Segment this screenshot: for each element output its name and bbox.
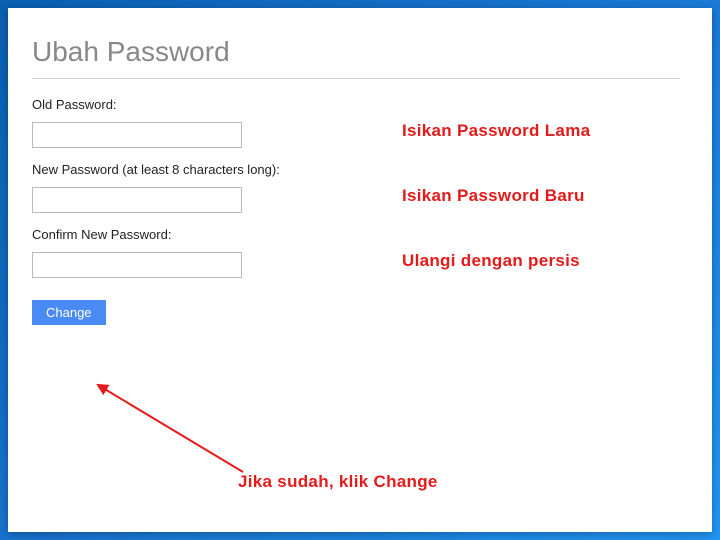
annotation-old: Isikan Password Lama bbox=[402, 121, 590, 141]
annotation-submit: Jika sudah, klik Change bbox=[238, 472, 438, 492]
confirm-password-label: Confirm New Password: bbox=[32, 227, 680, 242]
title-divider bbox=[32, 78, 680, 79]
old-password-input[interactable] bbox=[32, 122, 242, 148]
annotation-new: Isikan Password Baru bbox=[402, 186, 585, 206]
confirm-password-row: Confirm New Password: Ulangi dengan pers… bbox=[32, 227, 680, 278]
confirm-password-input[interactable] bbox=[32, 252, 242, 278]
annotation-confirm: Ulangi dengan persis bbox=[402, 251, 580, 271]
content-panel: Ubah Password Old Password: Isikan Passw… bbox=[8, 8, 712, 532]
change-button[interactable]: Change bbox=[32, 300, 106, 325]
new-password-label: New Password (at least 8 characters long… bbox=[32, 162, 680, 177]
old-password-label: Old Password: bbox=[32, 97, 680, 112]
old-password-row: Old Password: Isikan Password Lama bbox=[32, 97, 680, 148]
new-password-row: New Password (at least 8 characters long… bbox=[32, 162, 680, 213]
new-password-input[interactable] bbox=[32, 187, 242, 213]
page-title: Ubah Password bbox=[32, 36, 680, 68]
